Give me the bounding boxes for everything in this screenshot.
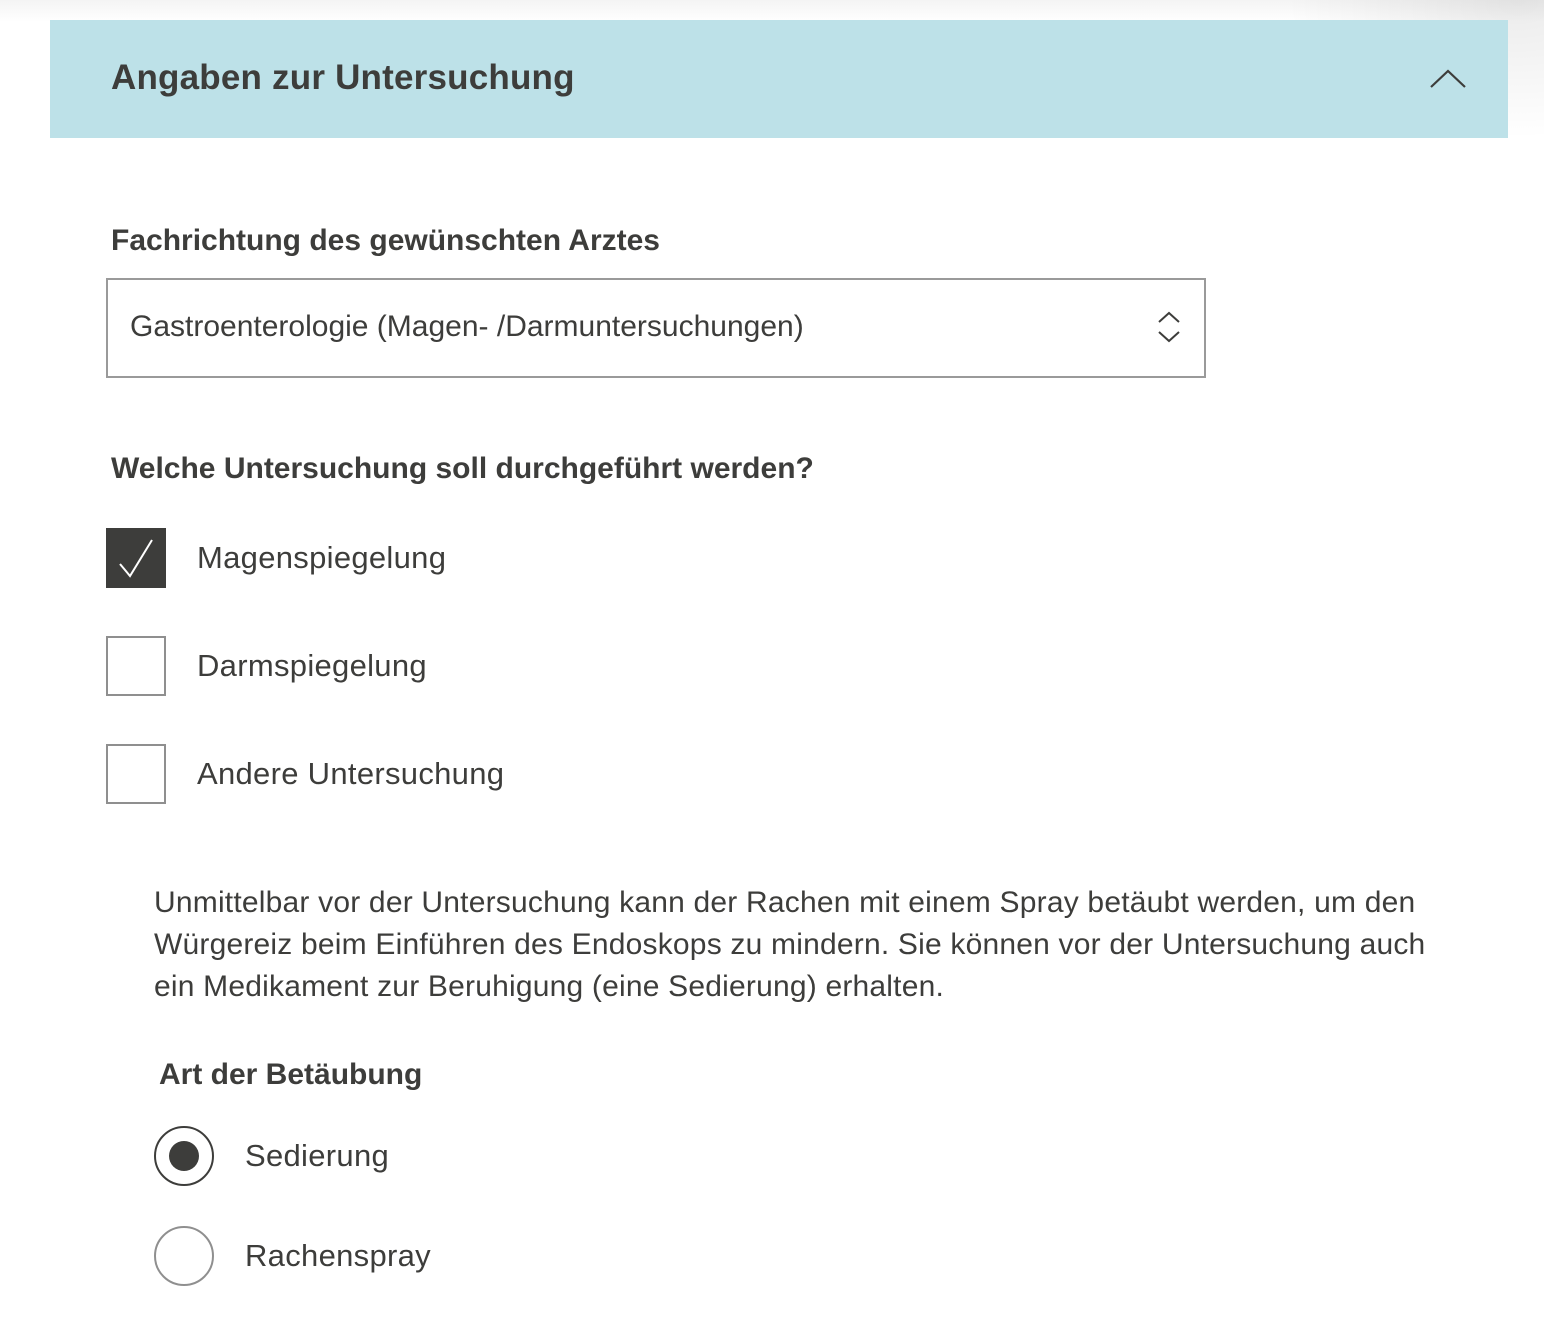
anesthesia-info-text: Unmittelbar vor der Untersuchung kann de… (154, 886, 1426, 1003)
option-label: Andere Untersuchung (197, 756, 505, 791)
checkbox-darmspiegelung[interactable] (106, 636, 166, 696)
accordion-header[interactable]: Angaben zur Untersuchung (50, 20, 1508, 138)
option-label: Darmspiegelung (197, 648, 427, 683)
accordion-title: Angaben zur Untersuchung (111, 58, 575, 97)
examination-question: Welche Untersuchung soll durchgeführt we… (111, 452, 814, 485)
checkmark-icon (119, 539, 153, 578)
checkbox-magenspiegelung[interactable] (106, 528, 166, 588)
top-shade (0, 0, 1544, 22)
option-label: Magenspiegelung (197, 540, 447, 575)
checkbox-option-andere-untersuchung[interactable]: Andere Untersuchung (106, 744, 806, 804)
select-arrows-icon (1158, 311, 1180, 343)
radio-rachenspray[interactable] (154, 1226, 214, 1286)
radio-label: Sedierung (245, 1138, 390, 1173)
anesthesia-label: Art der Betäubung (159, 1058, 423, 1091)
radio-option-sedierung[interactable]: Sedierung (154, 1126, 654, 1186)
chevron-up-icon[interactable] (1430, 60, 1466, 96)
checkbox-option-darmspiegelung[interactable]: Darmspiegelung (106, 636, 806, 696)
specialty-select-value: Gastroenterologie (Magen- /Darmuntersuch… (130, 310, 804, 343)
radio-selected-dot (169, 1141, 199, 1171)
radio-label: Rachenspray (245, 1238, 431, 1273)
checkbox-option-magenspiegelung[interactable]: Magenspiegelung (106, 528, 806, 588)
specialty-label: Fachrichtung des gewünschten Arztes (111, 224, 660, 257)
radio-option-rachenspray[interactable]: Rachenspray (154, 1226, 654, 1286)
checkbox-andere-untersuchung[interactable] (106, 744, 166, 804)
specialty-select[interactable]: Gastroenterologie (Magen- /Darmuntersuch… (106, 278, 1206, 378)
radio-sedierung[interactable] (154, 1126, 214, 1186)
